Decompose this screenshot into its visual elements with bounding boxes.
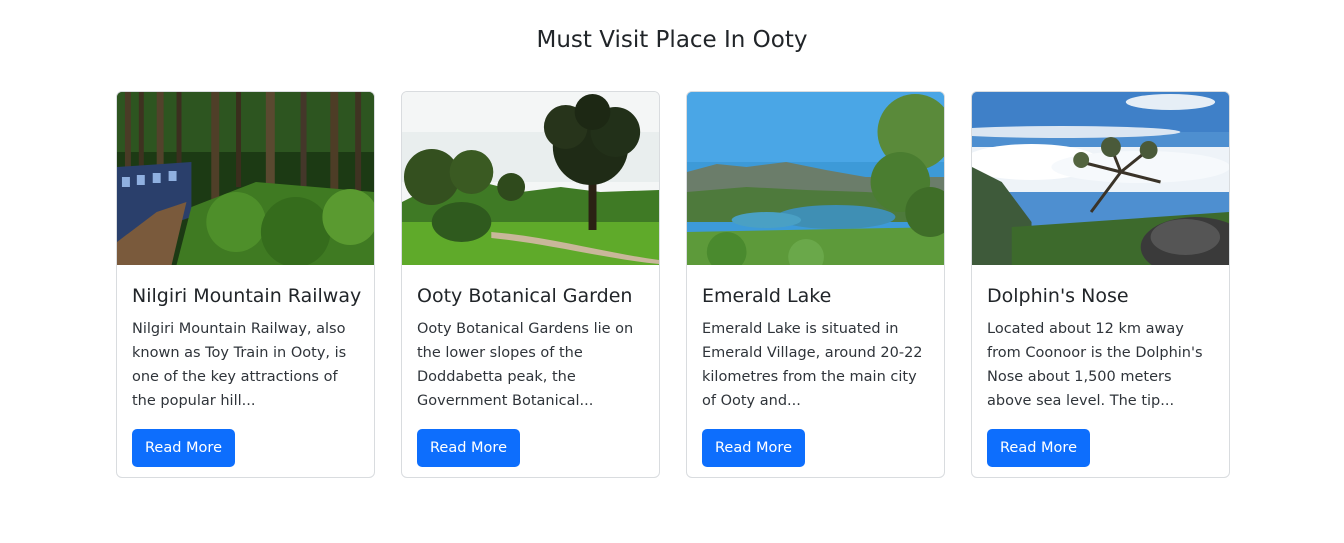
dolphins-nose-image <box>972 92 1229 265</box>
read-more-button[interactable]: Read More <box>417 429 520 467</box>
card-description: Located about 12 km away from Coonoor is… <box>987 321 1203 409</box>
place-card-botanical-garden: Ooty Botanical Garden Ooty Botanical Gar… <box>401 91 660 478</box>
card-description: Emerald Lake is situated in Emerald Vill… <box>702 321 923 409</box>
emerald-lake-image <box>687 92 944 265</box>
botanical-garden-image <box>402 92 659 265</box>
card-title: Dolphin's Nose <box>987 285 1129 307</box>
card-title: Emerald Lake <box>702 285 832 307</box>
place-card-dolphins-nose: Dolphin's Nose Located about 12 km away … <box>971 91 1230 478</box>
nilgiri-railway-image <box>117 92 374 265</box>
places-section: Must Visit Place In Ooty Nilgiri Mountai… <box>0 0 1344 543</box>
place-card-emerald-lake: Emerald Lake Emerald Lake is situated in… <box>686 91 945 478</box>
section-title: Must Visit Place In Ooty <box>536 27 808 53</box>
card-title: Nilgiri Mountain Railway <box>132 285 362 307</box>
card-description: Ooty Botanical Gardens lie on the lower … <box>417 321 634 409</box>
read-more-button[interactable]: Read More <box>132 429 235 467</box>
read-more-button[interactable]: Read More <box>987 429 1090 467</box>
card-title: Ooty Botanical Garden <box>417 285 633 307</box>
card-description: Nilgiri Mountain Railway, also known as … <box>132 321 347 409</box>
place-card-nilgiri-railway: Nilgiri Mountain Railway Nilgiri Mountai… <box>116 91 375 478</box>
read-more-button[interactable]: Read More <box>702 429 805 467</box>
